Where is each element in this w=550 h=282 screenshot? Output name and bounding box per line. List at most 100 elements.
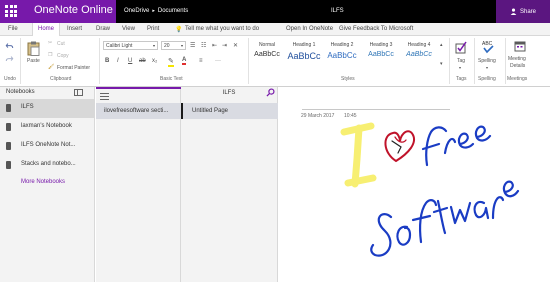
undo-icon[interactable] <box>5 42 14 50</box>
tab-draw[interactable]: Draw <box>96 26 110 32</box>
styles-group-label: Styles <box>341 76 355 82</box>
cut-label[interactable]: Cut <box>57 41 65 47</box>
share-button[interactable]: Share <box>496 0 550 23</box>
tell-me-search[interactable]: Tell me what you want to do <box>185 26 259 32</box>
search-icon[interactable] <box>266 88 275 97</box>
spelling-label[interactable]: Spelling <box>478 58 496 64</box>
tag-label[interactable]: Tag <box>457 58 465 64</box>
align-left-icon[interactable]: ≡ <box>199 58 203 64</box>
font-size-select[interactable]: 20 ▾ <box>161 41 186 50</box>
indent-icon[interactable]: ⇥ <box>222 42 227 49</box>
meeting-label[interactable]: Meeting <box>508 56 526 62</box>
outdent-icon[interactable]: ⇤ <box>212 42 217 49</box>
breadcrumb-root[interactable]: OneDrive <box>124 8 149 14</box>
clear-formatting-icon[interactable]: ✕ <box>233 42 238 49</box>
feedback-link[interactable]: Give Feedback To Microsoft <box>339 26 413 32</box>
section-item[interactable]: ilovefreesoftware secti... <box>96 103 181 119</box>
page-pane-title: ILFS <box>222 90 236 96</box>
notebook-item[interactable]: laxman's Notebook <box>0 118 94 137</box>
divider <box>474 38 475 84</box>
notebook-label: ILFS <box>21 104 34 110</box>
spell-check-icon[interactable]: ABC <box>481 39 495 55</box>
section-pane-header <box>96 87 181 103</box>
paste-label[interactable]: Paste <box>27 58 40 64</box>
font-name-select[interactable]: Calibri Light ▾ <box>103 41 158 50</box>
tab-print[interactable]: Print <box>147 26 159 32</box>
handwriting-software <box>370 180 520 257</box>
calendar-icon[interactable] <box>514 40 526 52</box>
strikethrough-icon[interactable]: ab <box>139 58 146 64</box>
subscript-icon[interactable]: x₂ <box>152 58 157 64</box>
ink-drawing[interactable] <box>279 87 550 282</box>
heart-drawing <box>384 130 415 163</box>
breadcrumb-bar: OneDrive ▸ Documents ILFS <box>116 0 496 23</box>
paste-icon[interactable] <box>27 41 40 56</box>
divider <box>505 38 506 84</box>
open-in-onenote-button[interactable]: Open In OneNote <box>286 26 333 32</box>
more-options-icon[interactable]: ··· <box>215 58 221 64</box>
paintbrush-icon[interactable]: 🖌 <box>48 64 54 70</box>
scissors-icon[interactable]: ✂ <box>48 40 52 46</box>
undo-group-label: Undo <box>4 76 16 82</box>
spelling-group-label: Spelling <box>478 76 496 82</box>
section-pane: ilovefreesoftware secti... <box>96 87 181 282</box>
style-heading-1[interactable]: Heading 1 AaBbCc <box>285 40 323 70</box>
redo-icon[interactable] <box>5 55 14 63</box>
page-pane: ILFS Untitled Page <box>181 87 278 282</box>
notebook-item[interactable]: ILFS <box>0 99 94 118</box>
app-header: OneNote Online OneDrive ▸ Documents ILFS S… <box>0 0 550 23</box>
chevron-down-icon[interactable]: ▾ <box>459 65 461 70</box>
notebook-item[interactable]: ILFS OneNote Not... <box>0 137 94 156</box>
bold-icon[interactable]: B <box>105 58 109 64</box>
italic-icon[interactable]: I <box>117 58 119 64</box>
app-title[interactable]: OneNote Online <box>34 4 113 16</box>
highlighter-icon[interactable]: ✎ <box>168 57 174 67</box>
divider <box>449 38 450 84</box>
chevron-right-icon: ▸ <box>152 8 155 14</box>
ribbon: Undo Paste ✂ Cut ❐ Copy 🖌 Format Painter… <box>0 36 550 87</box>
styles-scroll-down-icon[interactable]: ▾ <box>440 61 443 67</box>
font-color-icon[interactable]: A <box>182 57 187 65</box>
meeting-details-label[interactable]: Details <box>510 63 525 69</box>
more-notebooks-link[interactable]: More Notebooks <box>21 179 65 185</box>
format-painter-label[interactable]: Format Painter <box>57 65 90 71</box>
notebook-item[interactable]: Stacks and notebo... <box>0 156 94 175</box>
style-heading-4[interactable]: Heading 4 AaBbCc <box>400 40 438 70</box>
bullet-list-icon[interactable]: ☰ <box>190 42 195 49</box>
person-icon <box>510 8 517 15</box>
menu-icon[interactable] <box>100 93 109 100</box>
meetings-group-label: Meetings <box>507 76 528 82</box>
copy-icon[interactable]: ❐ <box>48 52 52 58</box>
notebook-pane: Notebooks ILFS laxman's Notebook ILFS On… <box>0 87 95 282</box>
notebook-icon <box>6 104 11 112</box>
page-item[interactable]: Untitled Page <box>181 103 278 119</box>
underline-icon[interactable]: U <box>128 58 132 64</box>
notebook-pane-header: Notebooks <box>0 87 94 99</box>
lightbulb-icon: 💡 <box>175 27 183 33</box>
notebook-icon <box>6 161 11 169</box>
ribbon-tabs: File Home Insert Draw View Print 💡 Tell … <box>0 23 550 36</box>
numbered-list-icon[interactable]: ☷ <box>201 42 206 49</box>
notebook-label: laxman's Notebook <box>21 123 72 129</box>
tab-view[interactable]: View <box>122 26 135 32</box>
collapse-pane-icon[interactable] <box>74 89 83 96</box>
style-heading-2[interactable]: Heading 2 AaBbCc <box>323 40 361 70</box>
style-heading-3[interactable]: Heading 3 AaBbCc <box>362 40 400 70</box>
chevron-down-icon[interactable]: ▾ <box>486 65 488 70</box>
font-size-value: 20 <box>164 43 170 49</box>
svg-text:ABC: ABC <box>482 41 493 47</box>
font-name-value: Calibri Light <box>106 43 133 49</box>
app-launcher-icon[interactable] <box>4 4 18 18</box>
tab-file[interactable]: File <box>8 26 18 32</box>
styles-scroll-up-icon[interactable]: ▴ <box>440 42 443 48</box>
breadcrumb-folder[interactable]: Documents <box>158 8 188 14</box>
clipboard-group-label: Clipboard <box>50 76 72 82</box>
style-normal[interactable]: Normal AaBbCc <box>248 40 286 70</box>
tab-home[interactable]: Home <box>32 23 61 36</box>
copy-label[interactable]: Copy <box>57 53 69 59</box>
page-canvas[interactable]: 29 March 2017 10:45 <box>279 87 550 282</box>
notebook-label: ILFS OneNote Not... <box>21 142 76 148</box>
notebook-icon <box>6 142 11 150</box>
tab-insert[interactable]: Insert <box>67 26 82 32</box>
tag-icon[interactable] <box>455 40 467 54</box>
